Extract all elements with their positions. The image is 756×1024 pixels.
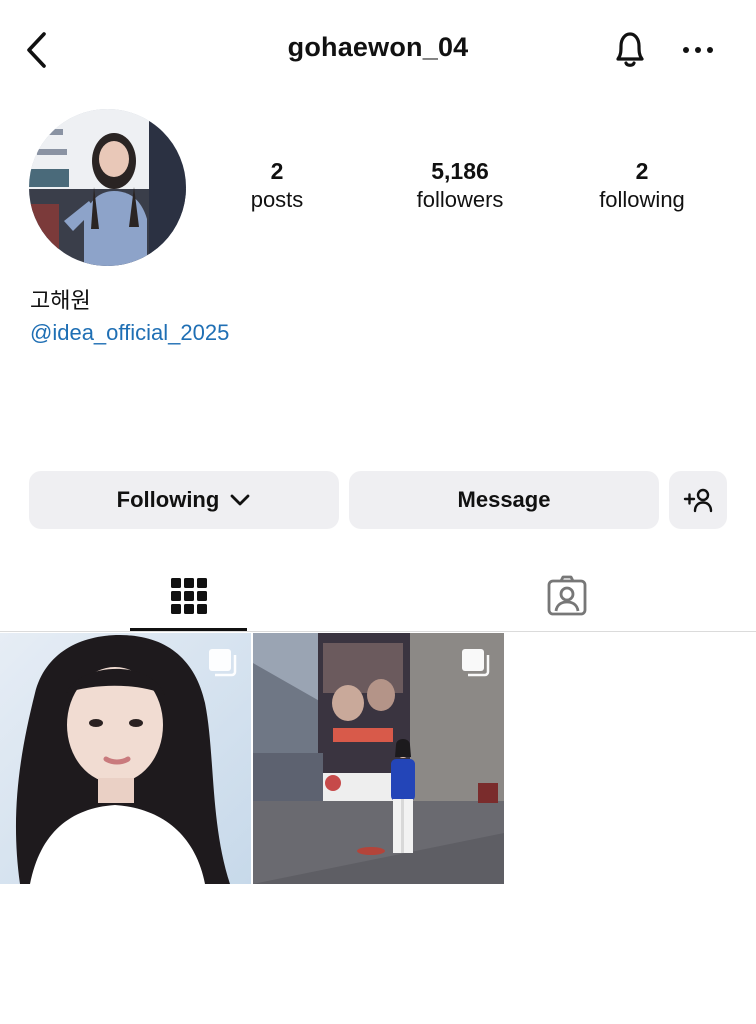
message-button-label: Message: [457, 487, 551, 512]
posts-count-value: 2: [270, 158, 284, 184]
tagged-user-icon: [547, 575, 586, 616]
bell-icon: [616, 32, 644, 67]
following-count-value: 2: [635, 158, 649, 184]
notifications-button[interactable]: [608, 26, 652, 72]
more-options-button[interactable]: [678, 32, 718, 68]
tab-posts-grid[interactable]: [130, 560, 247, 632]
followers-count-value: 5,186: [431, 158, 489, 184]
profile-avatar[interactable]: [29, 109, 186, 266]
post-thumbnail-2[interactable]: [253, 633, 504, 884]
more-horizontal-icon: [683, 47, 713, 53]
following-button-label: Following: [116, 487, 220, 512]
avatar-photo: [29, 109, 186, 266]
chevron-down-icon: [229, 493, 251, 507]
followers-count-label: followers: [416, 187, 504, 212]
following-count[interactable]: 2 following: [567, 157, 717, 215]
post-thumbnail-1[interactable]: [0, 633, 251, 884]
posts-count-label: posts: [250, 187, 304, 212]
carousel-icon: [209, 649, 237, 677]
following-button[interactable]: Following: [29, 471, 339, 529]
grid-icon: [170, 578, 207, 614]
tab-tagged[interactable]: [508, 560, 625, 632]
tab-divider: [0, 631, 756, 632]
posts-count[interactable]: 2 posts: [202, 157, 352, 215]
following-count-label: following: [599, 187, 685, 212]
message-button[interactable]: Message: [349, 471, 659, 529]
followers-count[interactable]: 5,186 followers: [385, 157, 535, 215]
bio-mention-link[interactable]: @idea_official_2025: [30, 319, 229, 347]
profile-header: gohaewon_04: [0, 0, 756, 100]
suggested-users-button[interactable]: [669, 471, 727, 529]
carousel-icon: [462, 649, 490, 677]
add-user-icon: [683, 488, 713, 513]
profile-display-name: 고해원: [30, 288, 91, 313]
